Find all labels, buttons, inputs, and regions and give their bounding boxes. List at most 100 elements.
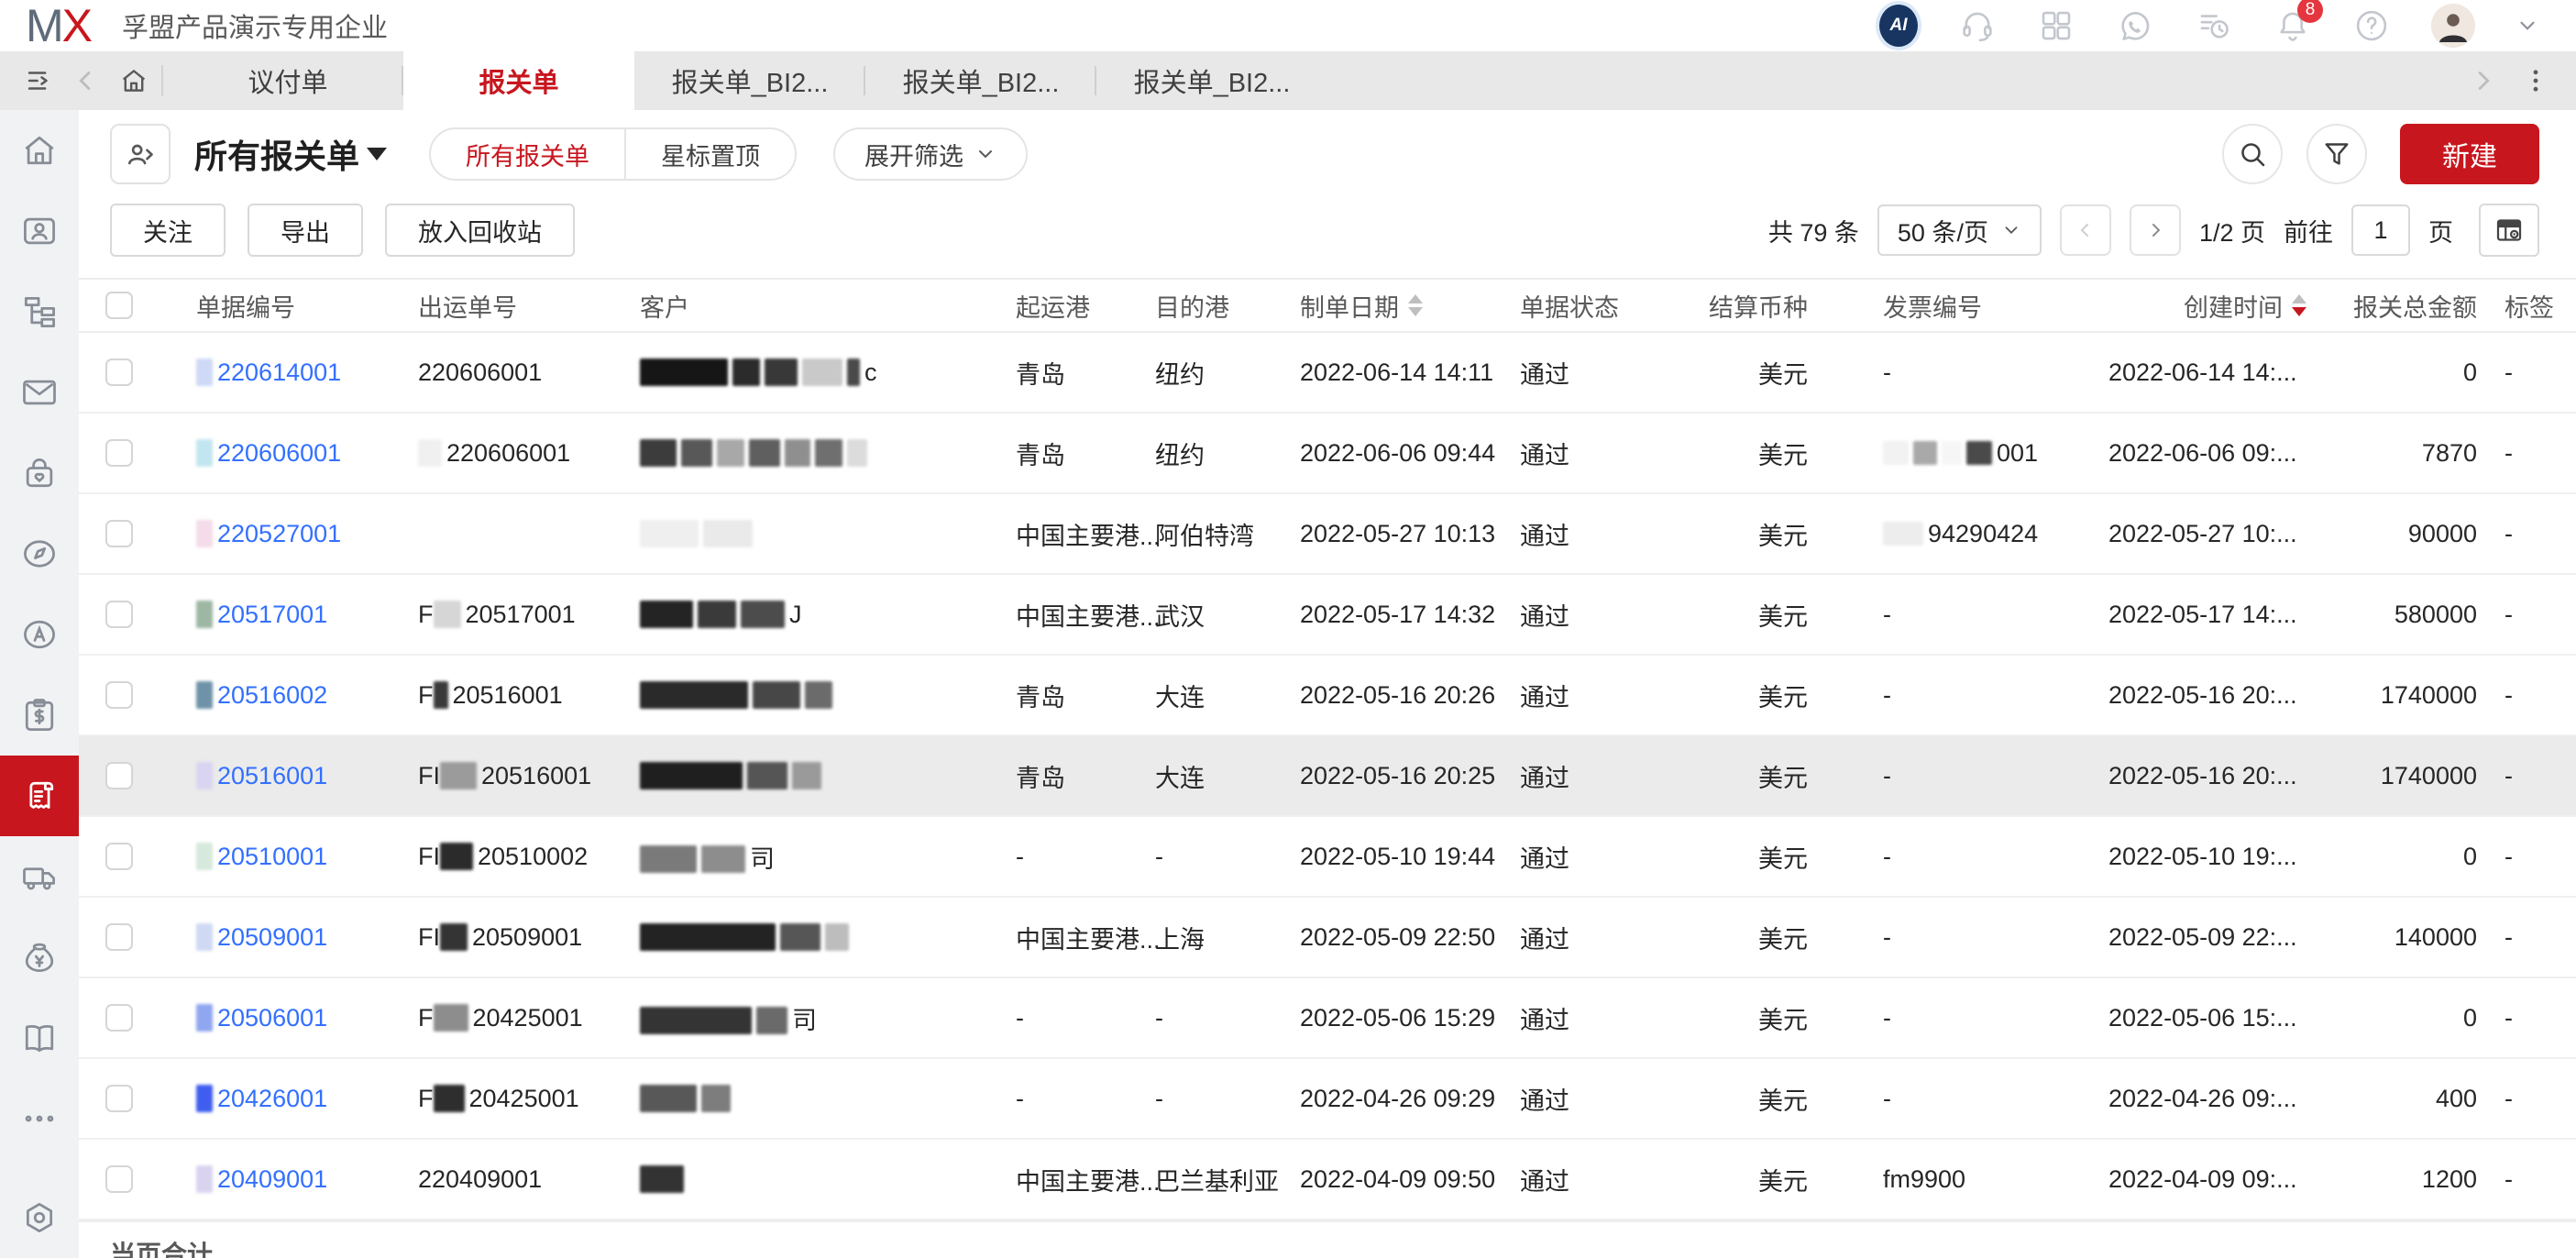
view-caret-down-icon <box>367 148 387 160</box>
export-button[interactable]: 导出 <box>248 204 363 257</box>
phone-bubble-icon[interactable] <box>2116 6 2154 45</box>
page-size-select[interactable]: 50 条/页 <box>1877 204 2042 256</box>
sidebar-item-mail[interactable] <box>0 352 79 433</box>
create-new-button[interactable]: 新建 <box>2400 124 2539 184</box>
sidebar-item-product-bag[interactable] <box>0 433 79 513</box>
home-tab-icon[interactable] <box>114 61 154 101</box>
tab-0[interactable]: 议付单 <box>172 51 403 110</box>
sort-carets-icon[interactable] <box>2292 294 2306 316</box>
row-checkbox[interactable] <box>105 681 133 709</box>
row-checkbox[interactable] <box>105 1085 133 1112</box>
search-button[interactable] <box>2222 124 2283 184</box>
doc-no-link[interactable]: 20516002 <box>217 681 327 709</box>
view-title[interactable]: 所有报关单 <box>194 130 387 178</box>
cell-invoice-no: fm9900 <box>1817 1165 2103 1194</box>
prev-page-button[interactable] <box>2060 204 2111 256</box>
table-row[interactable]: 20517001F20517001J中国主要港...武汉2022-05-17 1… <box>79 575 2576 656</box>
column-header[interactable]: 创建时间 <box>2103 288 2308 324</box>
sidebar-item-ledger[interactable] <box>0 998 79 1078</box>
column-header[interactable]: 制单日期 <box>1234 288 1458 324</box>
table-row[interactable]: 20509001FI20509001中国主要港...上海2022-05-09 2… <box>79 898 2576 978</box>
goto-page-input[interactable] <box>2351 204 2410 256</box>
row-checkbox[interactable] <box>105 601 133 628</box>
task-history-icon[interactable] <box>2195 6 2233 45</box>
recycle-bin-button[interactable]: 放入回收站 <box>385 204 575 257</box>
follow-button[interactable]: 关注 <box>110 204 226 257</box>
collapse-sidebar-icon[interactable] <box>18 61 59 101</box>
page-summary-row: 当页合计 <box>79 1220 2576 1258</box>
table-row[interactable]: 20516002F20516001青岛大连2022-05-16 20:26通过美… <box>79 656 2576 736</box>
segment-all-declarations[interactable]: 所有报关单 <box>431 129 624 179</box>
sidebar-item-more[interactable] <box>0 1078 79 1159</box>
table-row[interactable]: 20516001FI20516001青岛大连2022-05-16 20:25通过… <box>79 736 2576 817</box>
apps-grid-icon[interactable] <box>2037 6 2075 45</box>
doc-no-link[interactable]: 220527001 <box>217 520 341 547</box>
tab-1[interactable]: 报关单 <box>403 51 634 110</box>
action-toolbar: 关注 导出 放入回收站 共 79 条 50 条/页 1/2 页 前往 页 <box>110 204 2539 257</box>
select-all-checkbox[interactable] <box>105 292 133 319</box>
sidebar-item-brand-a[interactable] <box>0 594 79 675</box>
ai-assistant-icon[interactable]: AI <box>1879 6 1918 45</box>
table-row[interactable]: 20506001F20425001司--2022-05-06 15:29通过美元… <box>79 978 2576 1059</box>
sidebar-item-quotation[interactable] <box>0 675 79 756</box>
sidebar-item-logistics[interactable] <box>0 836 79 917</box>
owner-filter-button[interactable] <box>110 124 171 184</box>
redacted-text-block <box>815 439 842 467</box>
table-row[interactable]: 220527001中国主要港...阿伯特湾2022-05-27 10:13通过美… <box>79 494 2576 575</box>
sidebar-item-contacts[interactable] <box>0 191 79 271</box>
table-row[interactable]: 20510001FI20510002司--2022-05-10 19:44通过美… <box>79 817 2576 898</box>
sidebar-item-declaration[interactable] <box>0 756 79 836</box>
cell-created-time: 2022-05-16 20:... <box>2103 681 2308 710</box>
doc-no-link[interactable]: 20426001 <box>217 1085 327 1112</box>
help-icon[interactable] <box>2352 6 2391 45</box>
tabs-scroll-left-icon[interactable] <box>66 61 106 101</box>
sidebar-item-home[interactable] <box>0 110 79 191</box>
table-row[interactable]: 20426001F20425001--2022-04-26 09:29通过美元-… <box>79 1059 2576 1140</box>
column-settings-button[interactable] <box>2479 204 2539 257</box>
row-checkbox[interactable] <box>105 359 133 386</box>
sidebar-item-finance[interactable] <box>0 917 79 998</box>
doc-no-link[interactable]: 20510001 <box>217 843 327 870</box>
row-checkbox[interactable] <box>105 520 133 547</box>
cell-status: 通过 <box>1458 678 1678 713</box>
row-checkbox[interactable] <box>105 923 133 951</box>
bell-icon[interactable]: 8 <box>2273 6 2312 45</box>
doc-no-link[interactable]: 20517001 <box>217 601 327 628</box>
sort-carets-icon[interactable] <box>1408 294 1423 316</box>
headset-icon[interactable] <box>1958 6 1997 45</box>
cell-doc-no: 220614001 <box>160 359 372 387</box>
redacted-text-block <box>701 1085 731 1112</box>
tab-3[interactable]: 报关单_BI2... <box>865 51 1096 110</box>
avatar[interactable] <box>2431 4 2475 48</box>
table-row[interactable]: 220606001220606001青岛纽约2022-06-06 09:44通过… <box>79 414 2576 494</box>
user-menu-chevron-down-icon[interactable] <box>2515 6 2539 45</box>
sidebar-item-settings[interactable] <box>0 1177 79 1258</box>
doc-no-link[interactable]: 20506001 <box>217 1004 327 1032</box>
doc-no-link[interactable]: 220606001 <box>217 439 341 467</box>
row-checkbox[interactable] <box>105 439 133 467</box>
next-page-button[interactable] <box>2130 204 2181 256</box>
expand-filter-toggle[interactable]: 展开筛选 <box>833 127 1028 181</box>
row-checkbox[interactable] <box>105 1004 133 1032</box>
funnel-icon <box>2320 138 2353 171</box>
cell-select <box>79 843 160 870</box>
row-checkbox[interactable] <box>105 762 133 789</box>
segment-starred[interactable]: 星标置顶 <box>624 129 795 179</box>
doc-no-link[interactable]: 20516001 <box>217 762 327 789</box>
sidebar-item-compass[interactable] <box>0 513 79 594</box>
tabs-more-menu-icon[interactable] <box>2515 61 2556 101</box>
doc-no-link[interactable]: 20409001 <box>217 1165 327 1193</box>
table-row[interactable]: 220614001220606001c青岛纽约2022-06-14 14:11通… <box>79 333 2576 414</box>
row-checkbox[interactable] <box>105 843 133 870</box>
doc-no-link[interactable]: 220614001 <box>217 359 341 386</box>
row-checkbox[interactable] <box>105 1165 133 1193</box>
tabs-scroll-right-icon[interactable] <box>2462 61 2503 101</box>
doc-no-link[interactable]: 20509001 <box>217 923 327 951</box>
table-row[interactable]: 20409001220409001中国主要港...巴兰基利亚2022-04-09… <box>79 1140 2576 1220</box>
sidebar-item-org-structure[interactable] <box>0 271 79 352</box>
filter-button[interactable] <box>2306 124 2367 184</box>
cell-status: 通过 <box>1458 1081 1678 1117</box>
mx-logo[interactable]: MX <box>26 0 91 52</box>
tab-2[interactable]: 报关单_BI2... <box>634 51 865 110</box>
tab-4[interactable]: 报关单_BI2... <box>1096 51 1327 110</box>
